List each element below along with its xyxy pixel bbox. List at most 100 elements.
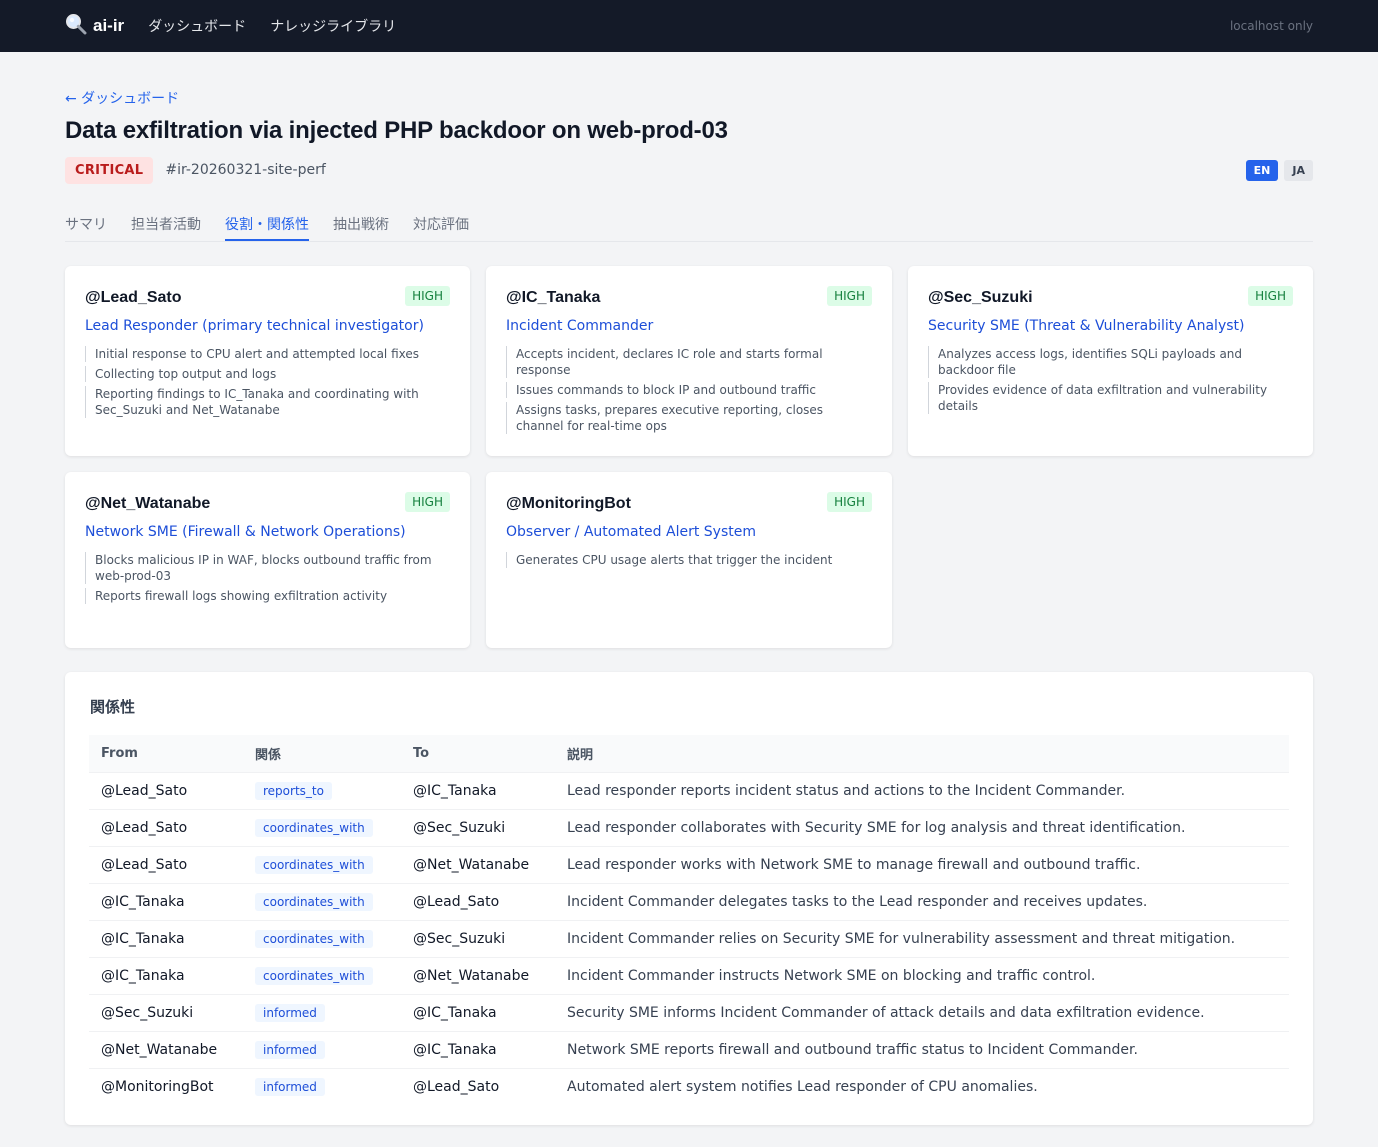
tab-participant-activity[interactable]: 担当者活動 bbox=[131, 206, 201, 241]
confidence-badge: HIGH bbox=[827, 492, 872, 512]
table-row: @Lead_Sato coordinates_with @Sec_Suzuki … bbox=[89, 808, 1289, 846]
severity-badge: CRITICAL bbox=[65, 156, 154, 184]
relation-tag: coordinates_with bbox=[255, 892, 373, 911]
relation-tag: informed bbox=[255, 1003, 325, 1022]
environment-status: localhost only bbox=[1229, 19, 1313, 33]
to-cell: @Lead_Sato bbox=[401, 882, 555, 920]
role-card: @Sec_Suzuki HIGH Security SME (Threat & … bbox=[908, 266, 1313, 456]
relations-panel: 関係性 From 関係 To 説明 @Lead_Sato reports_to … bbox=[65, 672, 1313, 1125]
table-row: @IC_Tanaka coordinates_with @Net_Watanab… bbox=[89, 956, 1289, 994]
brand-name: ai-ir bbox=[93, 16, 125, 35]
role-cards-grid: @Lead_Sato HIGH Lead Responder (primary … bbox=[65, 266, 1313, 648]
description-cell: Lead responder works with Network SME to… bbox=[555, 845, 1289, 883]
tab-extracted-tactics[interactable]: 抽出戦術 bbox=[333, 206, 389, 241]
relation-cell: informed bbox=[243, 993, 401, 1031]
table-row: @IC_Tanaka coordinates_with @Lead_Sato I… bbox=[89, 882, 1289, 920]
relation-cell: informed bbox=[243, 1067, 401, 1105]
description-cell: Automated alert system notifies Lead res… bbox=[555, 1067, 1289, 1105]
lang-ja-button[interactable]: JA bbox=[1284, 159, 1313, 181]
table-row: @IC_Tanaka coordinates_with @Sec_Suzuki … bbox=[89, 919, 1289, 957]
confidence-badge: HIGH bbox=[1248, 286, 1293, 306]
tab-summary[interactable]: サマリ bbox=[65, 206, 107, 241]
relation-tag: reports_to bbox=[255, 781, 332, 800]
relation-cell: informed bbox=[243, 1030, 401, 1068]
relations-table: From 関係 To 説明 @Lead_Sato reports_to @IC_… bbox=[89, 735, 1289, 1105]
from-cell: @IC_Tanaka bbox=[89, 956, 243, 994]
tab-roles-relations[interactable]: 役割・関係性 bbox=[225, 206, 309, 241]
from-cell: @IC_Tanaka bbox=[89, 882, 243, 920]
lang-en-button[interactable]: EN bbox=[1245, 159, 1279, 181]
to-cell: @IC_Tanaka bbox=[401, 1030, 555, 1068]
role-title: Security SME (Threat & Vulnerability Ana… bbox=[928, 318, 1245, 334]
participant-name: @Sec_Suzuki bbox=[928, 289, 1033, 306]
nav-knowledge-library[interactable]: ナレッジライブラリ bbox=[270, 16, 396, 36]
description-cell: Lead responder collaborates with Securit… bbox=[555, 808, 1289, 846]
column-header-description: 説明 bbox=[567, 747, 594, 763]
role-card: @Net_Watanabe HIGH Network SME (Firewall… bbox=[65, 472, 470, 648]
responsibility-list: Blocks malicious IP in WAF, blocks outbo… bbox=[85, 552, 450, 604]
relation-cell: coordinates_with bbox=[243, 919, 401, 957]
back-to-dashboard-link[interactable]: ← ダッシュボード bbox=[65, 88, 179, 108]
relation-cell: coordinates_with bbox=[243, 882, 401, 920]
from-cell: @MonitoringBot bbox=[89, 1067, 243, 1105]
relations-heading: 関係性 bbox=[90, 698, 136, 716]
responsibility-list: Analyzes access logs, identifies SQLi pa… bbox=[928, 346, 1293, 414]
responsibility-item: Initial response to CPU alert and attemp… bbox=[85, 346, 450, 362]
role-card: @IC_Tanaka HIGH Incident Commander Accep… bbox=[486, 266, 892, 456]
role-title: Incident Commander bbox=[506, 318, 654, 334]
column-header-to: To bbox=[413, 745, 430, 761]
incident-meta: CRITICAL #ir-20260321-site-perf EN JA bbox=[65, 156, 1313, 184]
description-cell: Incident Commander relies on Security SM… bbox=[555, 919, 1289, 957]
responsibility-item: Reports firewall logs showing exfiltrati… bbox=[85, 588, 450, 604]
nav-dashboard[interactable]: ダッシュボード bbox=[148, 16, 246, 36]
magnifier-icon bbox=[65, 13, 87, 39]
to-cell: @Sec_Suzuki bbox=[401, 919, 555, 957]
from-cell: @Net_Watanabe bbox=[89, 1030, 243, 1068]
participant-name: @Lead_Sato bbox=[85, 289, 182, 306]
relation-cell: coordinates_with bbox=[243, 808, 401, 846]
top-navbar: ai-ir ダッシュボード ナレッジライブラリ localhost only bbox=[0, 0, 1378, 52]
relation-cell: coordinates_with bbox=[243, 845, 401, 883]
responsibility-item: Analyzes access logs, identifies SQLi pa… bbox=[928, 346, 1293, 378]
from-cell: @Lead_Sato bbox=[89, 771, 243, 809]
column-header-relation: 関係 bbox=[255, 747, 282, 763]
participant-name: @MonitoringBot bbox=[506, 495, 631, 512]
role-title: Network SME (Firewall & Network Operatio… bbox=[85, 524, 406, 540]
responsibility-item: Provides evidence of data exfiltration a… bbox=[928, 382, 1293, 414]
description-cell: Incident Commander instructs Network SME… bbox=[555, 956, 1289, 994]
relation-tag: informed bbox=[255, 1077, 325, 1096]
participant-name: @IC_Tanaka bbox=[506, 289, 601, 306]
table-header-row: From 関係 To 説明 bbox=[89, 735, 1289, 772]
relation-tag: coordinates_with bbox=[255, 966, 373, 985]
tab-response-evaluation[interactable]: 対応評価 bbox=[413, 206, 469, 241]
table-row: @Lead_Sato reports_to @IC_Tanaka Lead re… bbox=[89, 771, 1289, 809]
relation-tag: informed bbox=[255, 1040, 325, 1059]
role-card: @MonitoringBot HIGH Observer / Automated… bbox=[486, 472, 892, 648]
responsibility-list: Initial response to CPU alert and attemp… bbox=[85, 346, 450, 418]
responsibility-item: Assigns tasks, prepares executive report… bbox=[506, 402, 872, 434]
responsibility-item: Issues commands to block IP and outbound… bbox=[506, 382, 872, 398]
table-row: @Sec_Suzuki informed @IC_Tanaka Security… bbox=[89, 993, 1289, 1031]
participant-name: @Net_Watanabe bbox=[85, 495, 211, 512]
description-cell: Security SME informs Incident Commander … bbox=[555, 993, 1289, 1031]
to-cell: @Lead_Sato bbox=[401, 1067, 555, 1105]
page-title: Data exfiltration via injected PHP backd… bbox=[65, 117, 728, 144]
relation-tag: coordinates_with bbox=[255, 855, 373, 874]
from-cell: @IC_Tanaka bbox=[89, 919, 243, 957]
table-row: @Net_Watanabe informed @IC_Tanaka Networ… bbox=[89, 1030, 1289, 1068]
to-cell: @IC_Tanaka bbox=[401, 771, 555, 809]
responsibility-item: Collecting top output and logs bbox=[85, 366, 450, 382]
brand-link[interactable]: ai-ir bbox=[65, 13, 124, 39]
confidence-badge: HIGH bbox=[405, 286, 450, 306]
role-title: Observer / Automated Alert System bbox=[506, 524, 756, 540]
confidence-badge: HIGH bbox=[405, 492, 450, 512]
to-cell: @Sec_Suzuki bbox=[401, 808, 555, 846]
from-cell: @Lead_Sato bbox=[89, 808, 243, 846]
relation-cell: coordinates_with bbox=[243, 956, 401, 994]
confidence-badge: HIGH bbox=[827, 286, 872, 306]
main-content: ← ダッシュボード Data exfiltration via injected… bbox=[0, 52, 1378, 1125]
responsibility-item: Reporting findings to IC_Tanaka and coor… bbox=[85, 386, 450, 418]
relation-cell: reports_to bbox=[243, 771, 401, 809]
column-header-from: From bbox=[101, 745, 138, 761]
responsibility-list: Accepts incident, declares IC role and s… bbox=[506, 346, 872, 434]
